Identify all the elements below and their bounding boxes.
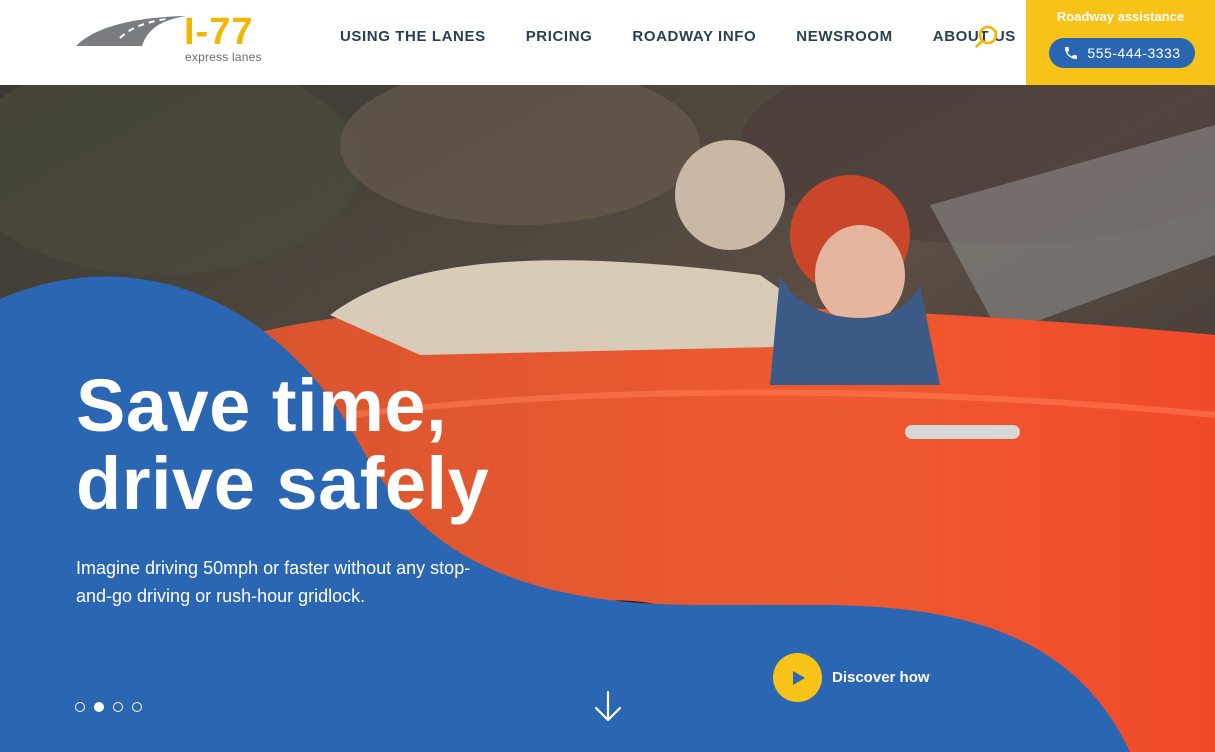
scroll-down-button[interactable]: [593, 690, 623, 724]
nav-using-the-lanes[interactable]: USING THE LANES: [340, 28, 486, 45]
play-icon: [792, 670, 805, 685]
roadway-assistance-label: Roadway assistance: [1056, 9, 1185, 24]
phone-icon: [1065, 47, 1078, 59]
nav-pricing[interactable]: PRICING: [526, 28, 593, 45]
hero-title: Save time, drive safely: [76, 367, 489, 523]
carousel-dot-1[interactable]: [75, 702, 85, 712]
carousel-pagination: [75, 702, 142, 712]
phone-call-button[interactable]: 555-444-3333: [1049, 38, 1195, 68]
carousel-dot-2[interactable]: [94, 702, 104, 712]
play-button[interactable]: [773, 653, 822, 702]
carousel-dot-4[interactable]: [132, 702, 142, 712]
arrow-down-icon: [594, 690, 622, 722]
hero-section: Save time, drive safely Imagine driving …: [0, 85, 1215, 752]
discover-how-button[interactable]: Discover how: [773, 653, 930, 702]
phone-number: 555-444-3333: [1087, 45, 1181, 61]
site-header: I-77 express lanes USING THE LANES PRICI…: [0, 0, 1215, 85]
road-swoosh-icon: [76, 16, 186, 46]
nav-roadway-info[interactable]: ROADWAY INFO: [632, 28, 756, 45]
search-icon: [975, 25, 998, 48]
hero-subtitle: Imagine driving 50mph or faster without …: [76, 558, 471, 606]
search-button[interactable]: [974, 24, 1000, 50]
site-logo[interactable]: I-77 express lanes: [74, 11, 264, 66]
logo-mark-text: I-77: [184, 11, 254, 53]
carousel-dot-3[interactable]: [113, 702, 123, 712]
roadway-assistance-panel: Roadway assistance 555-444-3333: [1026, 0, 1215, 85]
logo-subtitle: express lanes: [185, 50, 262, 64]
hero-title-line1: Save time,: [76, 364, 448, 447]
discover-how-label: Discover how: [832, 669, 930, 686]
nav-newsroom[interactable]: NEWSROOM: [796, 28, 892, 45]
hero-title-line2: drive safely: [76, 442, 490, 525]
main-nav: USING THE LANES PRICING ROADWAY INFO NEW…: [340, 28, 1016, 45]
